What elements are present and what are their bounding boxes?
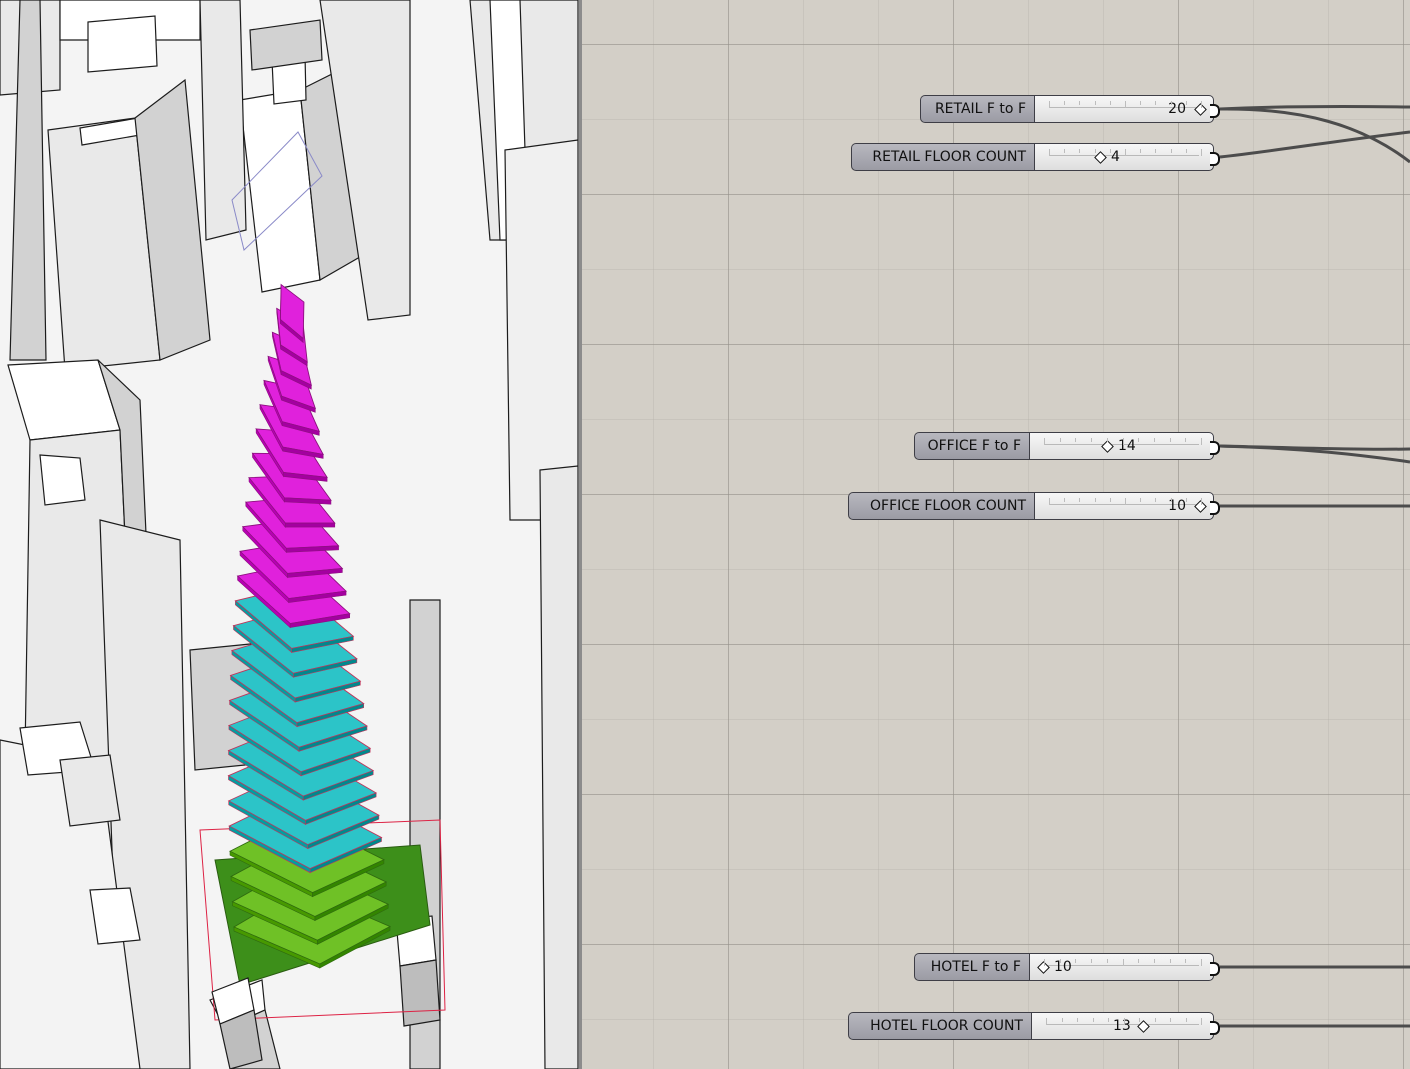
slider-label: RETAIL FLOOR COUNT <box>851 143 1034 171</box>
slider-label: OFFICE F to F <box>914 432 1029 460</box>
output-port[interactable] <box>1210 501 1220 515</box>
slider-value: 10 <box>1054 959 1072 975</box>
output-port[interactable] <box>1210 152 1220 166</box>
output-port[interactable] <box>1210 104 1220 118</box>
slider-label: OFFICE FLOOR COUNT <box>848 492 1034 520</box>
slider-hotel-f-to-f[interactable]: HOTEL F to F 10 <box>914 953 1220 981</box>
slider-value: 14 <box>1118 438 1136 454</box>
building-face <box>539 465 578 1069</box>
slider-handle[interactable] <box>1101 440 1114 453</box>
slider-hotel-floor-count[interactable]: HOTEL FLOOR COUNT 13 <box>848 1012 1220 1040</box>
slider-office-f-to-f[interactable]: OFFICE F to F 14 <box>914 432 1220 460</box>
slider-handle[interactable] <box>1137 1020 1150 1033</box>
building-face <box>249 19 323 71</box>
building-face <box>59 754 121 827</box>
building-face <box>39 454 86 506</box>
rhino-3d-viewport[interactable] <box>0 0 578 1069</box>
slider-track[interactable]: 10 <box>1029 953 1220 981</box>
floor-plate-edge <box>284 522 336 528</box>
slider-track[interactable]: 20 <box>1034 95 1220 123</box>
slider-retail-floor-count[interactable]: RETAIL FLOOR COUNT 4 <box>851 143 1220 171</box>
slider-retail-f-to-f[interactable]: RETAIL F to F 20 <box>920 95 1220 123</box>
building-face <box>87 15 158 73</box>
grasshopper-canvas[interactable]: RETAIL F to F 20 RETAIL FLOOR COUNT 4 OF… <box>582 0 1410 1069</box>
building-face <box>399 959 441 1027</box>
output-port[interactable] <box>1210 962 1220 976</box>
slider-office-floor-count[interactable]: OFFICE FLOOR COUNT 10 <box>848 492 1220 520</box>
output-port[interactable] <box>1210 441 1220 455</box>
slider-value: 13 <box>1113 1018 1131 1034</box>
slider-label: HOTEL FLOOR COUNT <box>848 1012 1031 1040</box>
output-port[interactable] <box>1210 1021 1220 1035</box>
building-face <box>199 0 247 241</box>
slider-track[interactable]: 13 <box>1031 1012 1220 1040</box>
slider-track[interactable]: 14 <box>1029 432 1220 460</box>
slider-handle[interactable] <box>1094 151 1107 164</box>
slider-label: RETAIL F to F <box>920 95 1034 123</box>
slider-label: HOTEL F to F <box>914 953 1029 981</box>
city-massing-model <box>0 0 578 1069</box>
slider-track[interactable]: 10 <box>1034 492 1220 520</box>
building-face <box>504 139 578 521</box>
slider-track[interactable]: 4 <box>1034 143 1220 171</box>
slider-value: 4 <box>1111 149 1120 165</box>
